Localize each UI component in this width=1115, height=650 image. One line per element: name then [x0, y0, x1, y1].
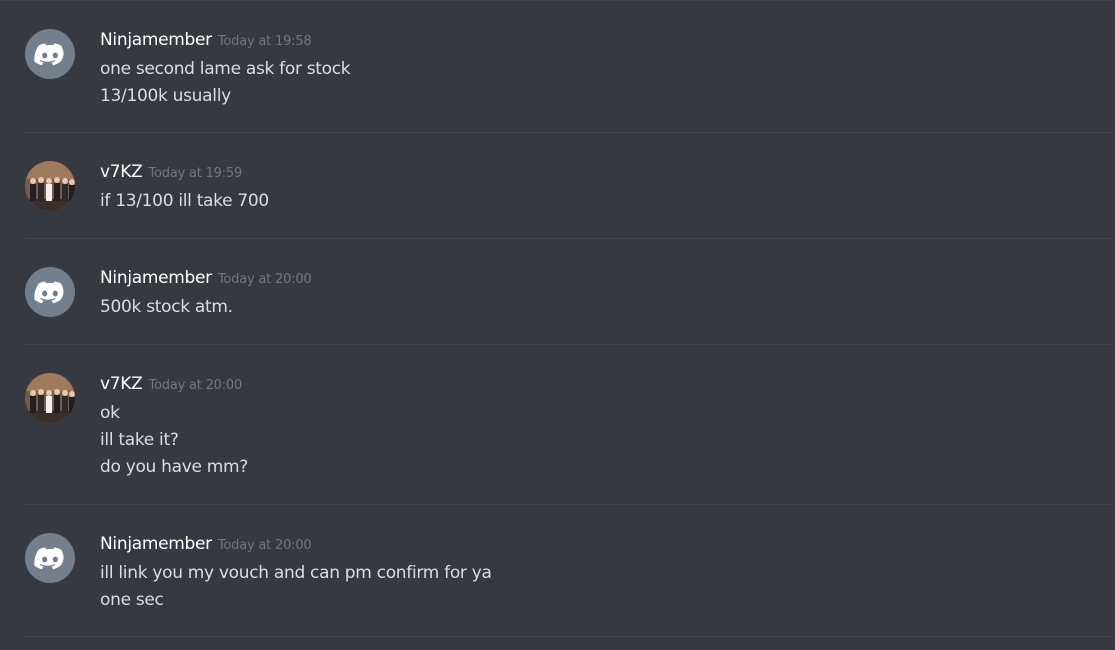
- avatar[interactable]: [25, 29, 75, 79]
- avatar[interactable]: [25, 267, 75, 317]
- chat-message-list[interactable]: Ninjamember Today at 19:58 one second lam…: [0, 0, 1115, 650]
- timestamp[interactable]: Today at 19:59: [148, 166, 242, 181]
- message-line: if 13/100 ill take 700: [100, 191, 269, 211]
- username[interactable]: Ninjamember: [100, 30, 212, 50]
- timestamp[interactable]: Today at 20:00: [218, 272, 312, 287]
- message-divider: [25, 238, 1115, 239]
- group-photo-avatar: [25, 161, 75, 211]
- message-line: do you have mm?: [100, 457, 248, 477]
- message-line: 500k stock atm.: [100, 297, 233, 317]
- avatar[interactable]: [25, 161, 75, 211]
- message-header: v7KZ Today at 19:59: [100, 161, 242, 185]
- discord-logo-icon: [34, 281, 64, 304]
- message-divider: [25, 636, 1115, 637]
- discord-logo-icon: [34, 547, 64, 570]
- message-line: ok: [100, 403, 120, 423]
- username[interactable]: Ninjamember: [100, 268, 212, 288]
- avatar[interactable]: [25, 373, 75, 423]
- username[interactable]: Ninjamember: [100, 534, 212, 554]
- username[interactable]: v7KZ: [100, 374, 143, 394]
- message-content: ok ill take it? do you have mm?: [100, 400, 248, 481]
- discord-logo-icon: [34, 43, 64, 66]
- message-content: one second lame ask for stock 13/100k us…: [100, 56, 351, 110]
- message-line: ill take it?: [100, 430, 179, 450]
- message-content: 500k stock atm.: [100, 294, 233, 321]
- top-divider: [0, 0, 1115, 1]
- message-header: Ninjamember Today at 19:58: [100, 29, 312, 53]
- group-photo-avatar: [25, 373, 75, 423]
- avatar[interactable]: [25, 533, 75, 583]
- message-line: 13/100k usually: [100, 86, 231, 106]
- message-header: Ninjamember Today at 20:00: [100, 267, 312, 291]
- message-header: v7KZ Today at 20:00: [100, 373, 242, 397]
- message-header: Ninjamember Today at 20:00: [100, 533, 312, 557]
- timestamp[interactable]: Today at 19:58: [218, 34, 312, 49]
- message-divider: [25, 344, 1115, 345]
- timestamp[interactable]: Today at 20:00: [218, 538, 312, 553]
- message-divider: [25, 132, 1115, 133]
- message-divider: [25, 504, 1115, 505]
- message-line: one sec: [100, 590, 164, 610]
- message-content: if 13/100 ill take 700: [100, 188, 269, 215]
- timestamp[interactable]: Today at 20:00: [148, 378, 242, 393]
- message-line: ill link you my vouch and can pm confirm…: [100, 563, 492, 583]
- message-content: ill link you my vouch and can pm confirm…: [100, 560, 492, 614]
- message-line: one second lame ask for stock: [100, 59, 351, 79]
- username[interactable]: v7KZ: [100, 162, 143, 182]
